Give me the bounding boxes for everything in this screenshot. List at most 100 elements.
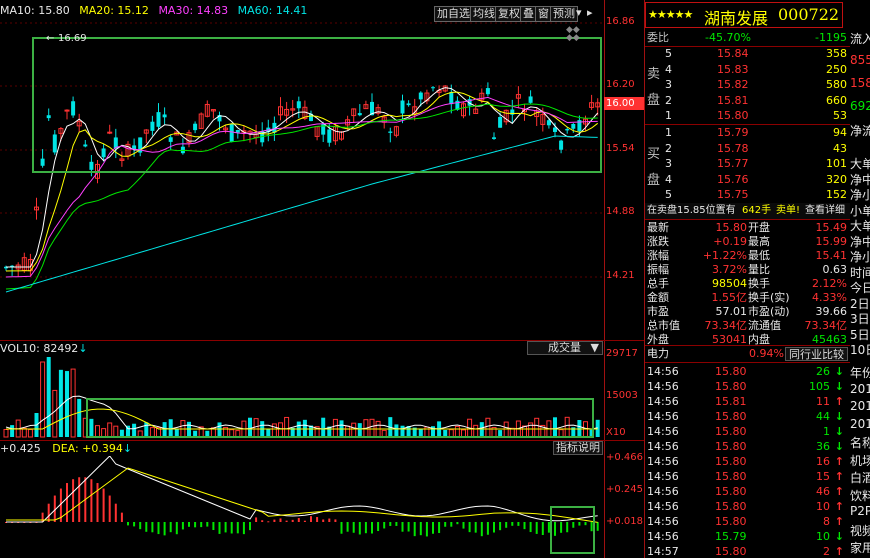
volume-bar bbox=[119, 429, 124, 437]
book-volume: 660 bbox=[826, 93, 847, 107]
macd-bar bbox=[346, 522, 349, 532]
adjust-button[interactable]: 复权 bbox=[495, 6, 523, 22]
tick-row: 14:56 15.79 10 ↓ bbox=[645, 529, 850, 545]
indicator-help-button[interactable]: 指标说明 bbox=[553, 441, 603, 455]
macd-tick: +0.466 bbox=[606, 452, 644, 463]
macd-bar bbox=[285, 520, 288, 522]
indicator-dropdown[interactable]: 成交量 ▼ bbox=[527, 341, 603, 355]
notice-volume: 642手 bbox=[742, 205, 772, 216]
tick-row: 14:56 15.80 15 ↑ bbox=[645, 469, 850, 485]
sector-compare-button[interactable]: 同行业比较 bbox=[785, 347, 848, 361]
tick-price: 15.79 bbox=[715, 530, 747, 543]
candlestick-chart[interactable]: ← 16.69 ◆◆ ◆◆ bbox=[0, 22, 604, 338]
volume-bar bbox=[332, 418, 338, 438]
tick-volume: 105 bbox=[809, 380, 830, 393]
flow-item: 10日 bbox=[850, 343, 870, 357]
macd-bar bbox=[108, 495, 111, 522]
macd-bar bbox=[261, 520, 264, 522]
macd-bar bbox=[78, 477, 81, 522]
down-arrow-icon: ↓ bbox=[78, 342, 88, 355]
order-book-row[interactable]: 3 15.82 580 bbox=[645, 77, 850, 93]
volume-bar bbox=[217, 422, 222, 437]
volume-bar bbox=[509, 427, 515, 438]
tick-time: 14:56 bbox=[647, 425, 679, 438]
tick-time: 14:56 bbox=[647, 410, 679, 423]
order-book-row[interactable]: 5 15.84 358 bbox=[645, 46, 850, 62]
macd-bar bbox=[212, 522, 215, 531]
macd-bar bbox=[175, 522, 178, 535]
tick-time: 14:56 bbox=[647, 500, 679, 513]
macd-bar bbox=[425, 522, 428, 537]
expand-icon-2[interactable]: ◆◆ bbox=[566, 33, 580, 43]
down-arrow-icon: ↓ bbox=[834, 425, 844, 438]
macd-bar bbox=[450, 522, 453, 527]
macd-tick: +0.018 bbox=[606, 516, 644, 527]
flow-item[interactable]: 家用 bbox=[850, 539, 870, 556]
order-book-row[interactable]: 2 15.81 660 bbox=[645, 93, 850, 109]
macd-bar bbox=[444, 522, 447, 527]
macd-bar bbox=[560, 522, 563, 533]
macd-bar bbox=[407, 522, 410, 532]
order-book-row[interactable]: 2 15.78 43 bbox=[645, 141, 850, 157]
order-notice[interactable]: 在卖盘15.85位置有 642手 卖单! 查看详细 bbox=[645, 203, 850, 219]
notice-link[interactable]: 查看详细 bbox=[805, 203, 845, 219]
volume-bar bbox=[27, 429, 33, 438]
volume-bar bbox=[65, 371, 69, 437]
order-book-row[interactable]: 3 15.77 101 bbox=[645, 156, 850, 172]
macd-bar bbox=[517, 522, 520, 526]
flow-item[interactable]: 名称 bbox=[850, 434, 870, 451]
book-price: 15.83 bbox=[717, 62, 749, 76]
flow-item[interactable]: 白酒 bbox=[850, 469, 870, 486]
tick-time: 14:56 bbox=[647, 530, 679, 543]
book-volume: 358 bbox=[826, 47, 847, 60]
ma-line-button[interactable]: 均线 bbox=[470, 6, 498, 22]
sector-label[interactable]: 电力 bbox=[647, 346, 669, 362]
macd-bar bbox=[493, 522, 495, 533]
candle-body bbox=[400, 100, 405, 114]
macd-bar bbox=[206, 522, 209, 527]
flow-item: 净小 bbox=[850, 188, 870, 202]
macd-bar bbox=[554, 522, 556, 536]
forecast-button[interactable]: 预测 bbox=[550, 6, 578, 22]
macd-bar bbox=[242, 522, 245, 535]
flow-item[interactable]: 201 bbox=[850, 417, 870, 431]
candle-body bbox=[107, 131, 113, 134]
macd-bar bbox=[255, 517, 258, 522]
volume-bar bbox=[107, 422, 113, 438]
flow-item[interactable]: 机场 bbox=[850, 452, 870, 469]
order-book-row[interactable]: 4 15.76 320 bbox=[645, 172, 850, 188]
order-book-row[interactable]: 1 15.80 53 bbox=[645, 108, 850, 124]
tick-row: 14:56 15.80 105 ↓ bbox=[645, 379, 850, 395]
order-book-row[interactable]: 1 15.79 94 bbox=[645, 125, 850, 141]
zoom-in-icon[interactable]: ▸ bbox=[587, 6, 593, 19]
flow-item[interactable]: 年份 bbox=[850, 364, 870, 381]
macd-bar bbox=[273, 519, 276, 522]
moving-average-line bbox=[5, 91, 599, 272]
candle-body bbox=[150, 121, 155, 131]
book-price: 15.79 bbox=[717, 126, 749, 139]
flow-item: 净中 bbox=[850, 172, 870, 187]
flow-item: 今日 bbox=[850, 281, 870, 295]
add-watchlist-button[interactable]: 加自选 bbox=[434, 6, 473, 22]
macd-chart[interactable] bbox=[0, 456, 604, 558]
macd-bar bbox=[523, 522, 526, 530]
order-book-row[interactable]: 4 15.83 250 bbox=[645, 62, 850, 78]
macd-bar bbox=[102, 488, 105, 522]
macd-bar bbox=[535, 522, 538, 534]
macd-divider bbox=[0, 440, 644, 441]
weibi-value: -45.70% bbox=[705, 31, 751, 44]
book-price: 15.76 bbox=[717, 172, 749, 186]
tick-volume: 16 bbox=[816, 455, 830, 468]
flow-item[interactable]: 视频 bbox=[850, 522, 870, 539]
macd-bar bbox=[127, 522, 129, 526]
flow-item[interactable]: 201 bbox=[850, 399, 870, 413]
order-book-row[interactable]: 5 15.75 152 bbox=[645, 187, 850, 203]
flow-item[interactable]: 饮料 bbox=[850, 487, 870, 504]
volume-bar bbox=[418, 428, 423, 437]
volume-chart[interactable] bbox=[0, 355, 604, 438]
flow-item[interactable]: P2P bbox=[850, 504, 870, 518]
macd-bar bbox=[316, 517, 319, 522]
tick-row: 14:56 15.81 11 ↑ bbox=[645, 394, 850, 410]
zoom-out-icon[interactable]: ▾ bbox=[576, 6, 582, 19]
flow-item[interactable]: 201 bbox=[850, 382, 870, 396]
